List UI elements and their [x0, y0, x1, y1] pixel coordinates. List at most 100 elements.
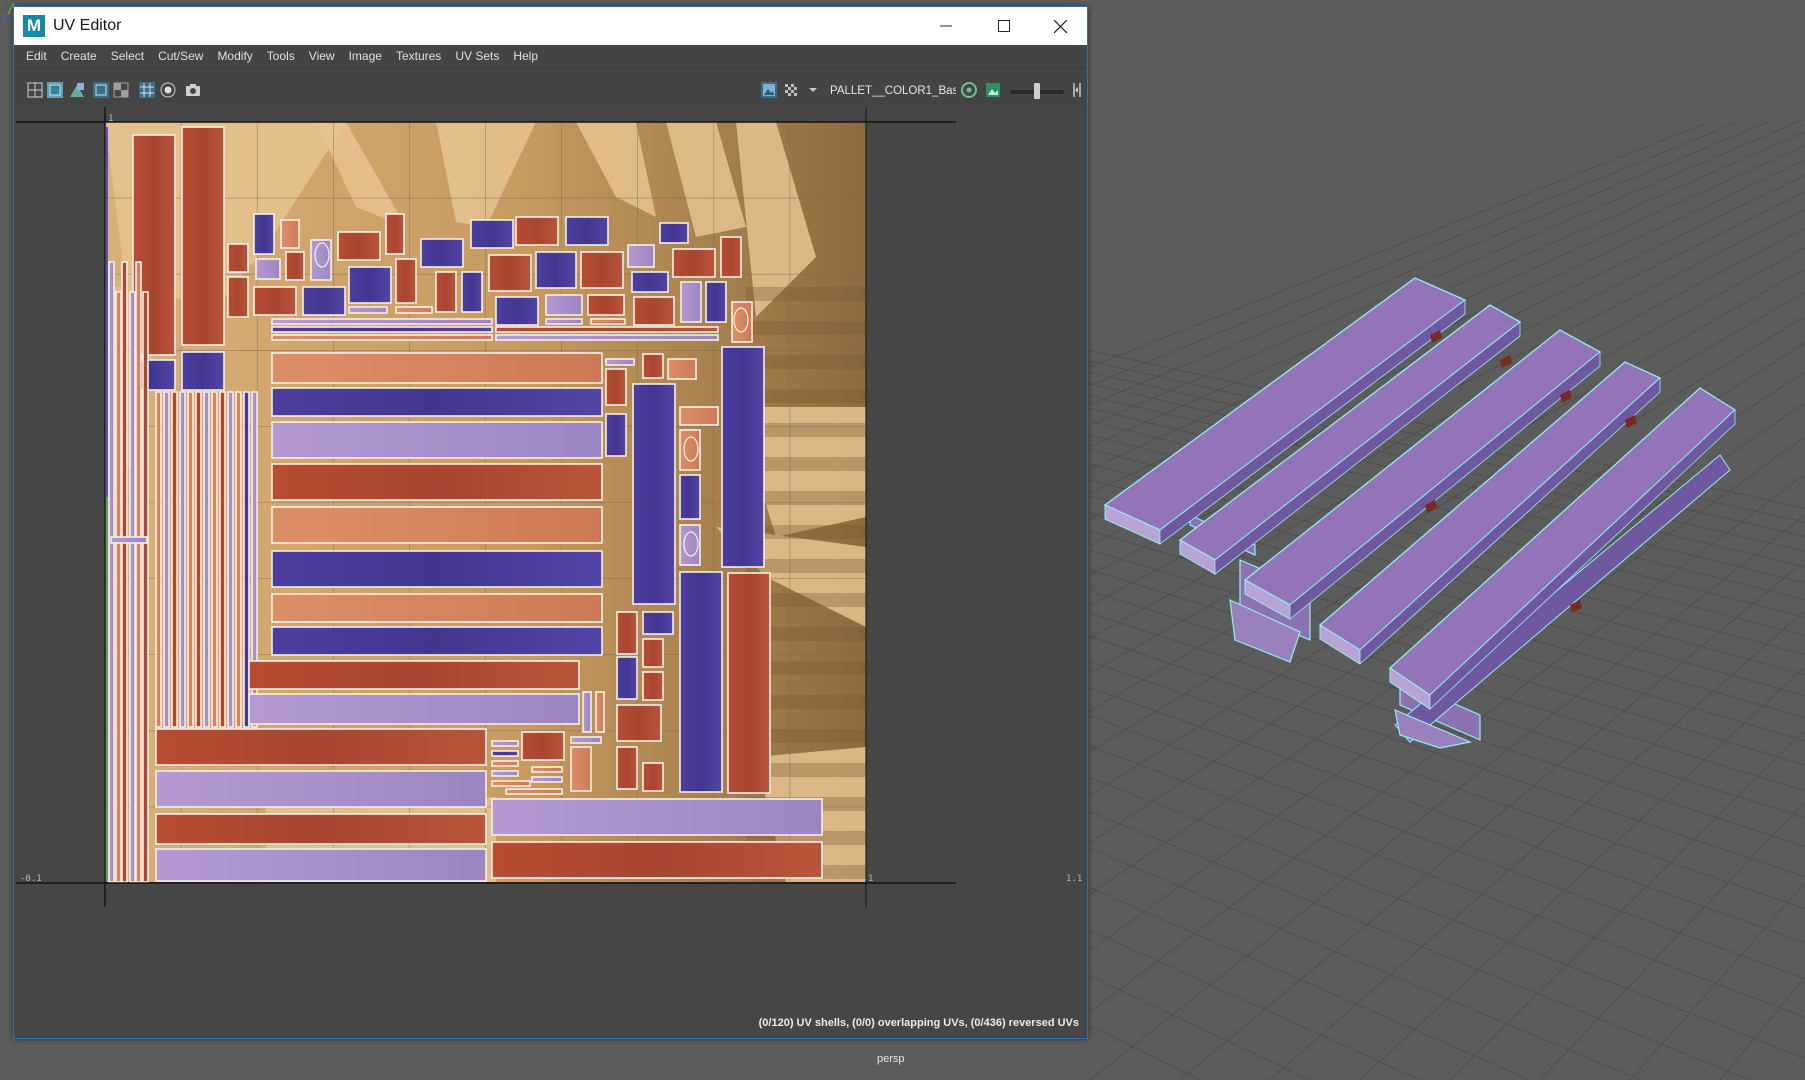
uv-shell — [531, 776, 563, 783]
uv-shell — [155, 391, 162, 728]
coord-bottom-mid: 1 — [868, 874, 874, 884]
menu-view[interactable]: View — [309, 49, 335, 63]
menu-create[interactable]: Create — [61, 49, 97, 63]
uv-canvas[interactable]: 1 -0.1 1 1.1 (0/120) UV shells, (0/0) ov… — [16, 107, 1085, 1036]
uv-shell — [227, 276, 249, 318]
menu-tools[interactable]: Tools — [267, 49, 295, 63]
uv-shell — [565, 216, 609, 246]
uv-editor-window[interactable]: M UV Editor Edit Create Select Cut/Sew M… — [13, 6, 1088, 1039]
uv-grid-icon[interactable] — [26, 81, 44, 99]
dropdown-arrow-icon[interactable] — [804, 81, 822, 99]
snapshot-icon[interactable] — [184, 81, 202, 99]
uv-shell — [590, 318, 626, 325]
uv-shell — [129, 291, 136, 883]
expand-icon[interactable] — [1068, 81, 1086, 99]
uv-shell — [505, 788, 563, 795]
menu-edit[interactable]: Edit — [26, 49, 47, 63]
uv-shell — [491, 740, 519, 747]
uv-shell — [155, 770, 487, 808]
uv-shell — [163, 391, 170, 728]
uv-shell — [187, 391, 194, 728]
uv-shell — [582, 691, 592, 733]
uv-shell — [632, 383, 676, 605]
menu-modify[interactable]: Modify — [217, 49, 252, 63]
uv-shell — [461, 271, 483, 313]
uv-shell — [470, 219, 514, 249]
uv-shell — [108, 261, 115, 883]
menu-uv-sets[interactable]: UV Sets — [455, 49, 499, 63]
uv-shell — [495, 296, 539, 326]
uv-shell — [491, 798, 823, 836]
uv-shell — [395, 306, 433, 314]
grid-line — [1719, 120, 1805, 1080]
uv-shell — [491, 750, 519, 757]
menu-textures[interactable]: Textures — [396, 49, 441, 63]
uv-shell — [181, 126, 225, 346]
shaded-uv-icon[interactable] — [46, 81, 64, 99]
coord-bottom-right: 1.1 — [1066, 874, 1083, 884]
menu-image[interactable]: Image — [349, 49, 382, 63]
uv-shell — [142, 291, 149, 883]
uv-shell — [616, 656, 638, 700]
uv-shell — [642, 671, 664, 701]
uv-shell — [679, 429, 701, 471]
close-icon — [1053, 19, 1067, 33]
color-management-icon[interactable] — [960, 81, 978, 99]
uv-shell — [488, 254, 532, 292]
uv-shell — [595, 691, 605, 733]
checker-icon[interactable] — [112, 81, 130, 99]
minimize-button[interactable] — [917, 7, 975, 45]
grid-toggle-icon[interactable] — [138, 81, 156, 99]
maya-logo-icon: M — [23, 15, 45, 37]
uv-shell — [491, 770, 519, 777]
uv-shell — [235, 391, 242, 728]
uv-shell — [631, 271, 669, 293]
uv-layout — [16, 107, 956, 907]
pixel-snap-icon[interactable] — [159, 81, 177, 99]
uv-shell — [679, 474, 701, 520]
uv-shell — [271, 318, 493, 325]
uv-shell — [195, 391, 202, 728]
uv-shell — [302, 286, 346, 316]
uv-shell — [491, 760, 519, 767]
uv-shell — [115, 291, 122, 883]
uv-shell — [570, 746, 592, 792]
uv-shell — [491, 780, 531, 787]
checker-tiles-icon[interactable] — [782, 81, 800, 99]
menu-bar: Edit Create Select Cut/Sew Modify Tools … — [14, 45, 1087, 67]
distortion-icon[interactable] — [92, 81, 110, 99]
uv-shell — [271, 506, 603, 544]
uv-shell — [642, 638, 664, 668]
menu-select[interactable]: Select — [111, 49, 144, 63]
uv-shell — [570, 736, 602, 744]
title-bar[interactable]: M UV Editor — [14, 7, 1087, 45]
uv-shell — [435, 271, 457, 313]
uv-shell — [255, 258, 281, 280]
uv-shell — [271, 326, 493, 333]
texture-borders-icon[interactable] — [68, 81, 86, 99]
maximize-button[interactable] — [975, 7, 1033, 45]
texture-name-field[interactable]: PALLET__COLOR1_BaseColor — [830, 85, 956, 97]
close-button[interactable] — [1031, 7, 1089, 45]
uv-shell — [545, 318, 583, 325]
uv-shell — [271, 421, 603, 459]
uv-shell — [227, 391, 234, 728]
uv-shell — [348, 266, 392, 304]
uv-shell — [680, 281, 702, 323]
channel-icon[interactable] — [984, 81, 1002, 99]
pallet-stringer — [1394, 454, 1731, 743]
menu-cut-sew[interactable]: Cut/Sew — [158, 49, 203, 63]
uv-shell — [491, 841, 823, 879]
exposure-slider-thumb[interactable] — [1034, 83, 1040, 99]
menu-help[interactable]: Help — [513, 49, 538, 63]
uv-shell — [521, 731, 565, 761]
image-display-icon[interactable] — [760, 81, 778, 99]
exposure-slider[interactable] — [1010, 83, 1064, 99]
uv-shell — [580, 251, 624, 289]
uv-shell — [271, 626, 603, 656]
uv-shell — [672, 248, 716, 278]
uv-shell — [679, 524, 701, 566]
window-title: UV Editor — [53, 17, 122, 34]
uv-shell — [385, 213, 405, 255]
uv-shell — [420, 238, 464, 268]
